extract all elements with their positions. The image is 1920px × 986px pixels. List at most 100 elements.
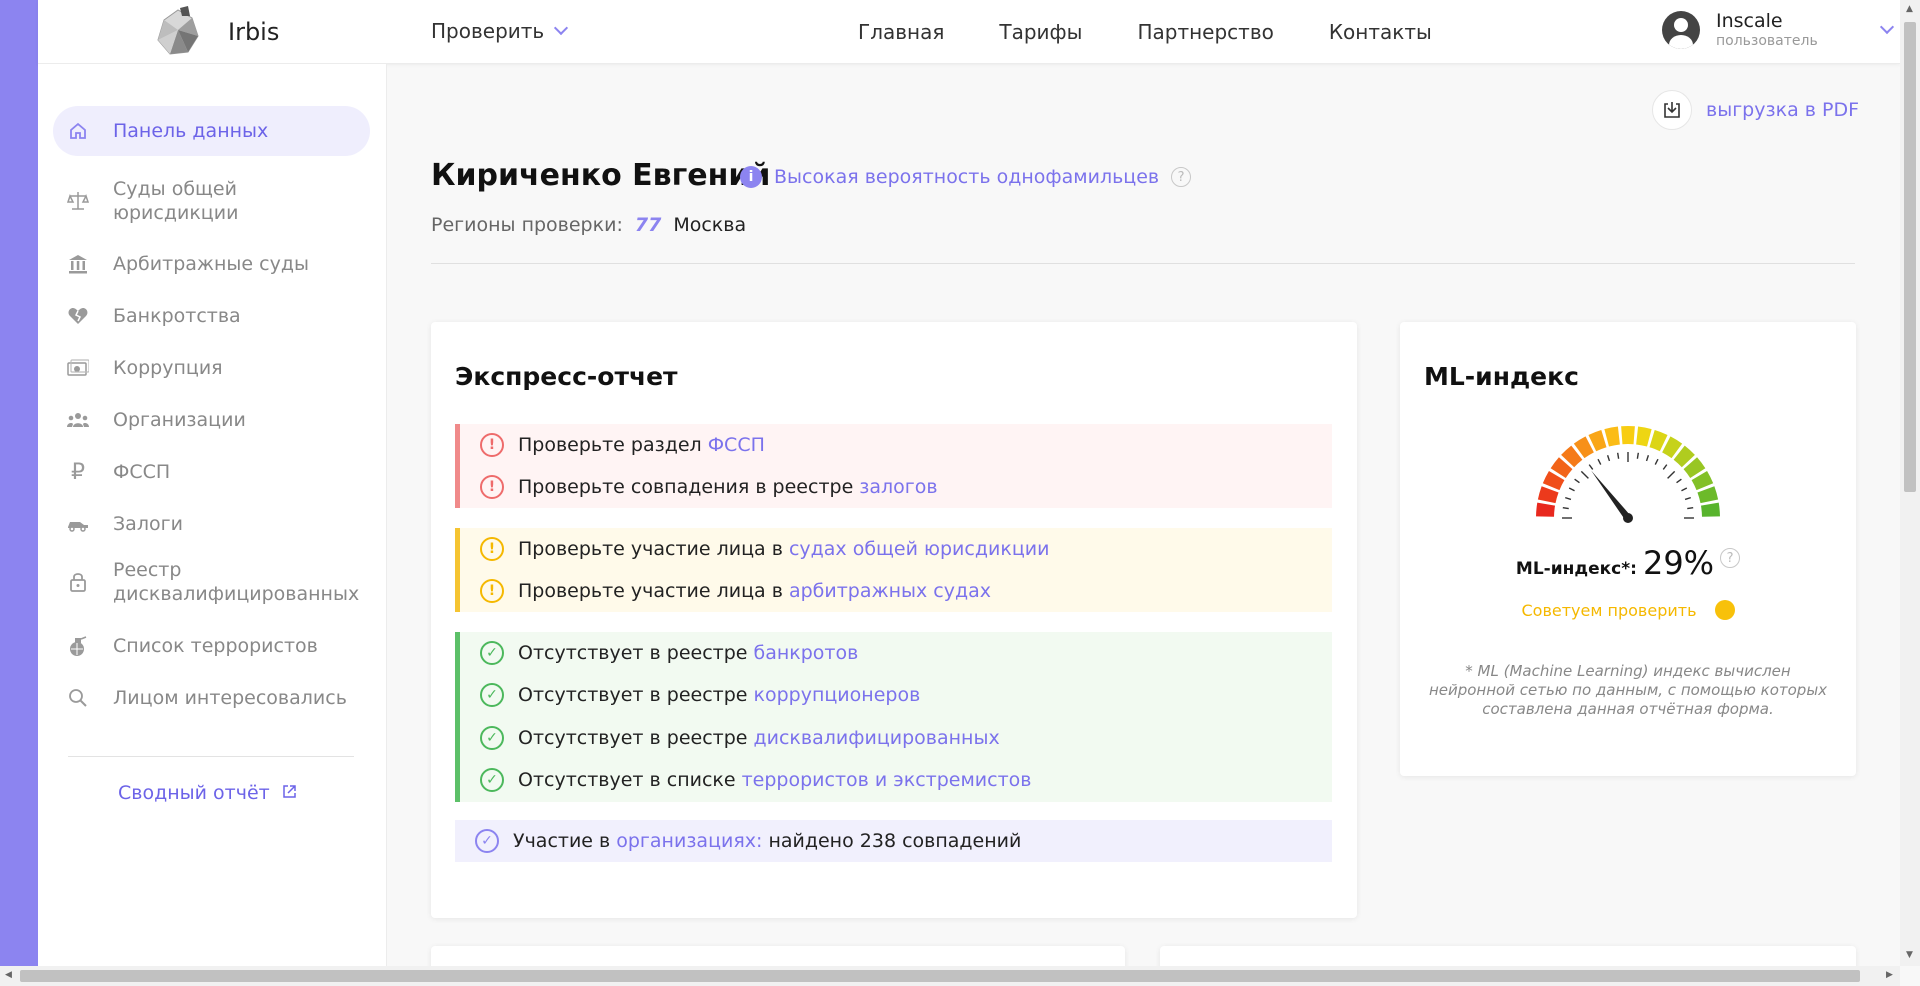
sidebar-item-corruption[interactable]: Коррупция — [53, 348, 370, 388]
sidebar-item-dashboard[interactable]: Панель данных — [53, 106, 370, 156]
sidebar-item-organizations[interactable]: Организации — [53, 400, 370, 440]
scroll-up-icon[interactable]: ▲ — [1906, 4, 1913, 14]
sidebar-item-bankruptcy[interactable]: Банкротства — [53, 296, 370, 336]
gauge-tick — [1681, 487, 1688, 492]
gauge-hub — [1623, 513, 1633, 523]
item-text: Отсутствует в реестре — [518, 642, 748, 664]
irbis-logo-icon[interactable] — [150, 6, 206, 58]
exclamation-icon: ! — [480, 475, 504, 499]
gauge-segment — [1700, 502, 1720, 517]
vertical-scroll-thumb[interactable] — [1904, 22, 1916, 492]
express-report-title: Экспресс-отчет — [455, 362, 678, 391]
item-text: Проверьте совпадения в реестре — [518, 476, 854, 498]
item-text: Отсутствует в реестре — [518, 727, 748, 749]
organizations-group: ✓ Участие в организациях: найдено 238 со… — [455, 820, 1332, 862]
sidebar-item-label: Арбитражные суды — [113, 253, 309, 275]
gauge-tick — [1662, 464, 1668, 470]
gauge-segment — [1604, 426, 1620, 447]
general-courts-link[interactable]: судах общей юрисдикции — [789, 538, 1050, 560]
gauge-tick — [1645, 455, 1650, 462]
vertical-scrollbar[interactable]: ▲ ▼ — [1900, 0, 1920, 966]
gauge-tick — [1568, 487, 1575, 492]
gauge-tick — [1616, 452, 1620, 459]
heart-broken-icon — [65, 303, 91, 329]
sidebar-item-pledges[interactable]: Залоги — [53, 504, 370, 544]
item-text: Отсутствует в реестре — [518, 684, 748, 706]
ml-advice-label: Советуем проверить — [1521, 600, 1697, 620]
namesake-label: Высокая вероятность однофамильцев — [774, 166, 1160, 188]
scroll-right-icon[interactable]: ▶ — [1886, 970, 1893, 980]
arbitration-courts-link[interactable]: арбитражных судах — [789, 580, 991, 602]
nav-tariffs[interactable]: Тарифы — [999, 20, 1082, 44]
express-report-card: Экспресс-отчет ! Проверьте раздел ФССП !… — [431, 322, 1357, 918]
namesake-warning[interactable]: i Высокая вероятность однофамильцев ? — [740, 166, 1192, 188]
sidebar-item-fssp[interactable]: ₽ ФССП — [53, 452, 370, 492]
help-icon[interactable]: ? — [1171, 167, 1192, 187]
summary-report-label: Сводный отчёт — [118, 782, 270, 804]
gauge-tick — [1562, 506, 1569, 510]
terrorists-link[interactable]: террористов и экстремистов — [742, 769, 1032, 791]
horizontal-scrollbar[interactable]: ◀ ▶ — [0, 966, 1900, 986]
user-role: пользователь — [1716, 33, 1818, 49]
external-link-icon — [282, 782, 297, 804]
disqualified-link[interactable]: дисквалифицированных — [753, 727, 999, 749]
bankrupts-link[interactable]: банкротов — [753, 642, 858, 664]
sidebar-item-disqualified[interactable]: Реестр дисквалифицированных — [53, 554, 370, 610]
group-icon — [65, 407, 91, 433]
sidebar-item-arbitration-courts[interactable]: Арбитражные суды — [53, 244, 370, 284]
item-text: Участие в — [513, 830, 611, 852]
pledges-link[interactable]: залогов — [859, 476, 937, 498]
yellow-alert-group: ! Проверьте участие лица в судах общей ю… — [455, 528, 1332, 612]
check-dropdown[interactable]: Проверить — [431, 19, 569, 43]
sidebar-item-label: Лицом интересовались — [113, 687, 347, 709]
list-item: ! Проверьте участие лица в арбитражных с… — [480, 579, 991, 603]
home-icon — [65, 118, 91, 144]
logo-text[interactable]: Irbis — [228, 18, 279, 46]
ml-index-card: ML-индекс ML-индекс*: 29% ? Советуем про… — [1400, 322, 1856, 776]
list-item: ✓ Отсутствует в реестре дисквалифицирова… — [480, 726, 1000, 750]
horizontal-scroll-thumb[interactable] — [20, 970, 1860, 982]
pdf-export-button[interactable]: выгрузка в PDF — [1652, 90, 1859, 130]
search-icon — [65, 685, 91, 711]
gauge-tick — [1606, 455, 1611, 462]
car-icon — [65, 511, 91, 537]
ml-index-label: ML-индекс*: — [1515, 559, 1637, 579]
list-item: ✓ Отсутствует в реестре банкротов — [480, 641, 858, 665]
nav-partnership[interactable]: Партнерство — [1137, 20, 1273, 44]
user-menu[interactable]: Inscale пользователь — [1662, 10, 1895, 50]
organizations-link[interactable]: организациях: — [616, 830, 762, 852]
main-nav: Главная Тарифы Партнерство Контакты — [858, 20, 1432, 44]
pdf-export-label: выгрузка в PDF — [1706, 99, 1860, 121]
summary-report-link[interactable]: Сводный отчёт — [118, 782, 297, 804]
item-text: Проверьте раздел — [518, 434, 702, 456]
sidebar-item-terrorists[interactable]: Список террористов — [53, 626, 370, 666]
item-text: Проверьте участие лица в — [518, 580, 783, 602]
person-name: Кириченко Евгений — [431, 158, 771, 193]
list-item: ✓ Отсутствует в списке террористов и экс… — [480, 768, 1031, 792]
scroll-down-icon[interactable]: ▼ — [1906, 950, 1913, 960]
sidebar-item-label: Коррупция — [113, 357, 223, 379]
top-header: Irbis Проверить Главная Тарифы Партнерст… — [38, 0, 1900, 64]
fssp-link[interactable]: ФССП — [708, 434, 765, 456]
list-item: ✓ Отсутствует в реестре коррупционеров — [480, 683, 920, 707]
gauge-tick — [1565, 496, 1572, 501]
nav-home[interactable]: Главная — [858, 20, 944, 44]
status-dot — [1714, 600, 1735, 620]
nav-contacts[interactable]: Контакты — [1329, 20, 1432, 44]
ml-index-value-line: ML-индекс*: 29% ? — [1400, 544, 1856, 582]
gauge-tick — [1588, 464, 1594, 470]
gauge-tick — [1654, 458, 1659, 465]
gauge-segment — [1697, 486, 1719, 504]
help-icon[interactable]: ? — [1720, 548, 1741, 568]
sidebar-item-interest[interactable]: Лицом интересовались — [53, 678, 370, 718]
ml-index-value: 29% — [1642, 544, 1715, 582]
gauge-segment — [1536, 502, 1556, 517]
check-circle-icon: ✓ — [480, 768, 504, 792]
gauge-tick — [1580, 470, 1589, 479]
corrupt-link[interactable]: коррупционеров — [753, 684, 920, 706]
matches-count: найдено 238 совпадений — [768, 830, 1022, 852]
sidebar-item-general-courts[interactable]: Суды общей юрисдикции — [53, 174, 370, 228]
info-icon: i — [740, 166, 762, 188]
gauge-tick — [1636, 452, 1640, 459]
scroll-left-icon[interactable]: ◀ — [5, 970, 12, 980]
